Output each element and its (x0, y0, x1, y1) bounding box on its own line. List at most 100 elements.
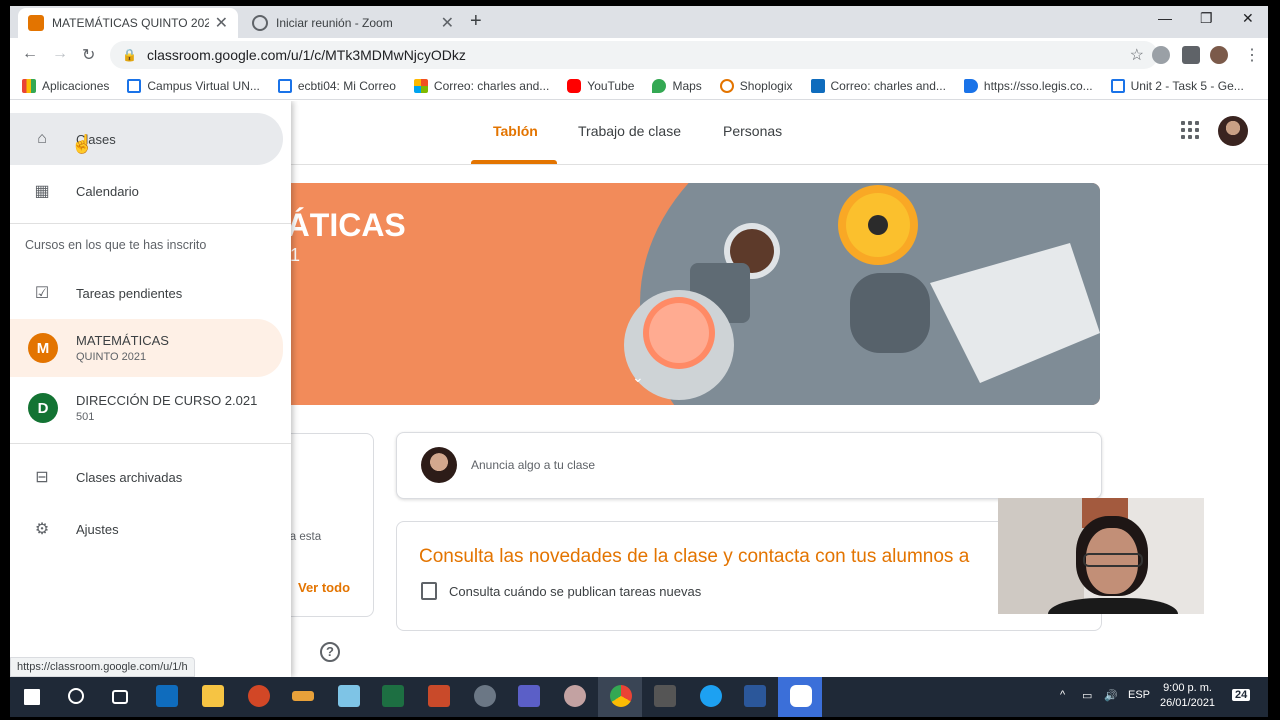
close-tab-icon[interactable]: ✕ (215, 13, 228, 33)
view-all-link[interactable]: Ver todo (298, 580, 350, 595)
tab-tablon[interactable]: Tablón (493, 123, 538, 139)
welcome-heading: Consulta las novedades de la clase y con… (419, 546, 970, 567)
bookmark-label: Unit 2 - Task 5 - Ge... (1130, 78, 1244, 93)
status-bar-url: https://classroom.google.com/u/1/h (10, 657, 195, 677)
profile-avatar[interactable] (1210, 46, 1228, 64)
announcement-composer[interactable]: Anuncia algo a tu clase (396, 432, 1102, 499)
notes-app-icon[interactable] (338, 685, 360, 707)
file-explorer-icon[interactable] (202, 685, 224, 707)
bookmark-label: https://sso.legis.co... (983, 78, 1093, 93)
calendar-icon: ▦ (34, 183, 50, 200)
gear-icon: ⚙ (34, 521, 50, 538)
chrome-taskbar-icon[interactable] (610, 685, 632, 707)
drawer-item-calendario[interactable]: ▦ Calendario (10, 165, 283, 217)
bookmark-campus[interactable]: Campus Virtual UN... (127, 78, 260, 93)
maps-pin-icon (652, 78, 667, 93)
shield-app-icon[interactable] (428, 685, 450, 707)
navigation-drawer: ⌂ Clases ☝ ▦ Calendario Cursos en los qu… (10, 101, 291, 677)
bookmark-sso[interactable]: https://sso.legis.co... (963, 78, 1093, 93)
checklist-icon: ☑ (34, 285, 50, 302)
bookmark-maps[interactable]: Maps (652, 78, 702, 93)
help-icon[interactable]: ? (320, 642, 340, 662)
windows-taskbar: ^ ▭ 🔊 ESP 9:00 p. m. 26/01/2021 24 (10, 677, 1268, 717)
bookmark-apps[interactable]: Aplicaciones (22, 78, 109, 93)
word-icon[interactable] (744, 685, 766, 707)
skype-extension-icon[interactable] (1152, 46, 1170, 64)
drawer-divider (10, 443, 291, 444)
paint-app-icon[interactable] (564, 685, 586, 707)
outlook-taskbar-icon[interactable] (156, 685, 178, 707)
lock-icon: 🔒 (122, 48, 137, 62)
tab-zoom[interactable]: Iniciar reunión - Zoom ✕ (242, 8, 464, 38)
network-app-icon[interactable] (474, 685, 496, 707)
campus-icon (277, 78, 292, 93)
account-avatar[interactable] (1218, 116, 1248, 146)
bookmark-label: Maps (672, 78, 702, 93)
task-view-icon[interactable] (112, 690, 128, 704)
tab-matematicas[interactable]: MATEMÁTICAS QUINTO 2021 ✕ (18, 8, 238, 38)
chevron-down-icon[interactable]: ⌄ (632, 369, 644, 386)
bookmark-label: Correo: charles and... (433, 78, 550, 93)
window-close-button[interactable]: ✕ (1242, 10, 1254, 27)
home-icon: ⌂ (37, 130, 47, 147)
back-arrow-icon[interactable]: ← (22, 45, 38, 63)
tray-chevron-icon[interactable]: ^ (1060, 689, 1065, 701)
volume-icon[interactable]: 🔊 (1104, 689, 1118, 702)
bookmark-ecbti[interactable]: ecbti04: Mi Correo (277, 78, 396, 93)
puzzle-extension-icon[interactable] (1182, 46, 1200, 64)
new-tab-button[interactable]: + (470, 10, 482, 33)
calculator-icon[interactable] (654, 685, 676, 707)
excel-icon[interactable] (382, 685, 404, 707)
clock-time: 9:00 p. m. (1163, 682, 1212, 694)
notification-badge[interactable]: 24 (1232, 689, 1251, 701)
drawer-item-matematicas[interactable]: M MATEMÁTICAS QUINTO 2021 (10, 319, 283, 377)
google-apps-icon[interactable] (1181, 121, 1199, 139)
course-initial-avatar: M (28, 333, 58, 363)
course-name: MATEMÁTICAS (76, 333, 169, 348)
teams-icon[interactable] (518, 685, 540, 707)
close-tab-icon[interactable]: ✕ (441, 13, 454, 33)
assignment-icon (421, 582, 437, 600)
bookmark-youtube[interactable]: YouTube (567, 78, 635, 93)
reload-icon[interactable]: ↻ (82, 45, 95, 65)
pointer-hand-icon: ☝ (71, 134, 94, 154)
stream-welcome-card: Consulta las novedades de la clase y con… (396, 521, 1102, 631)
drawer-item-direccion[interactable]: D DIRECCIÓN DE CURSO 2.021 501 (10, 379, 283, 437)
bookmark-shoplogix[interactable]: Shoplogix (719, 78, 793, 93)
drawer-item-ajustes[interactable]: ⚙ Ajustes (10, 503, 283, 555)
forward-arrow-icon[interactable]: → (52, 45, 68, 63)
minimize-button[interactable]: — (1158, 10, 1172, 26)
restore-button[interactable]: ❐ (1200, 10, 1213, 27)
bookmark-correo-1[interactable]: Correo: charles and... (413, 78, 550, 93)
menu-kebab-icon[interactable]: ⋮ (1244, 45, 1260, 65)
tab-title: Iniciar reunión - Zoom (276, 16, 393, 30)
system-clock[interactable]: 9:00 p. m. 26/01/2021 (1160, 681, 1215, 711)
classroom-favicon-icon (28, 15, 44, 31)
drawer-item-label: Clases archivadas (76, 469, 183, 485)
bookmark-star-icon[interactable]: ☆ (1130, 45, 1144, 65)
drawer-item-tareas[interactable]: ☑ Tareas pendientes (10, 267, 283, 319)
classroom-page: Tablón Trabajo de clase Personas MÁTICAS… (10, 101, 1268, 677)
windows-start-icon[interactable] (24, 689, 40, 705)
tab-trabajo-de-clase[interactable]: Trabajo de clase (578, 123, 681, 139)
desktop: MATEMÁTICAS QUINTO 2021 ✕ Iniciar reunió… (0, 0, 1280, 720)
address-bar[interactable]: 🔒 classroom.google.com/u/1/c/MTk3MDMwNjc… (110, 41, 1158, 69)
pen-tool-icon[interactable] (292, 691, 314, 701)
drawer-item-clases[interactable]: ⌂ Clases (10, 113, 283, 165)
zoom-taskbar-icon[interactable] (790, 685, 812, 707)
drawer-item-archivadas[interactable]: ⊟ Clases archivadas (10, 451, 283, 503)
bookmark-label: YouTube (587, 78, 635, 93)
course-text: MATEMÁTICAS QUINTO 2021 (76, 333, 169, 363)
globe-icon (252, 15, 268, 31)
course-section: QUINTO 2021 (76, 351, 147, 363)
bookmark-unit2[interactable]: Unit 2 - Task 5 - Ge... (1110, 78, 1244, 93)
edge-icon[interactable] (700, 685, 722, 707)
network-tray-icon[interactable]: ▭ (1082, 689, 1092, 702)
search-icon[interactable] (68, 688, 84, 704)
tab-strip: MATEMÁTICAS QUINTO 2021 ✕ Iniciar reunió… (10, 6, 1268, 38)
course-section: 501 (76, 411, 95, 423)
input-language[interactable]: ESP (1128, 689, 1150, 701)
tab-personas[interactable]: Personas (723, 123, 782, 139)
bookmark-correo-2[interactable]: Correo: charles and... (810, 78, 946, 93)
powerpoint-icon[interactable] (248, 685, 270, 707)
